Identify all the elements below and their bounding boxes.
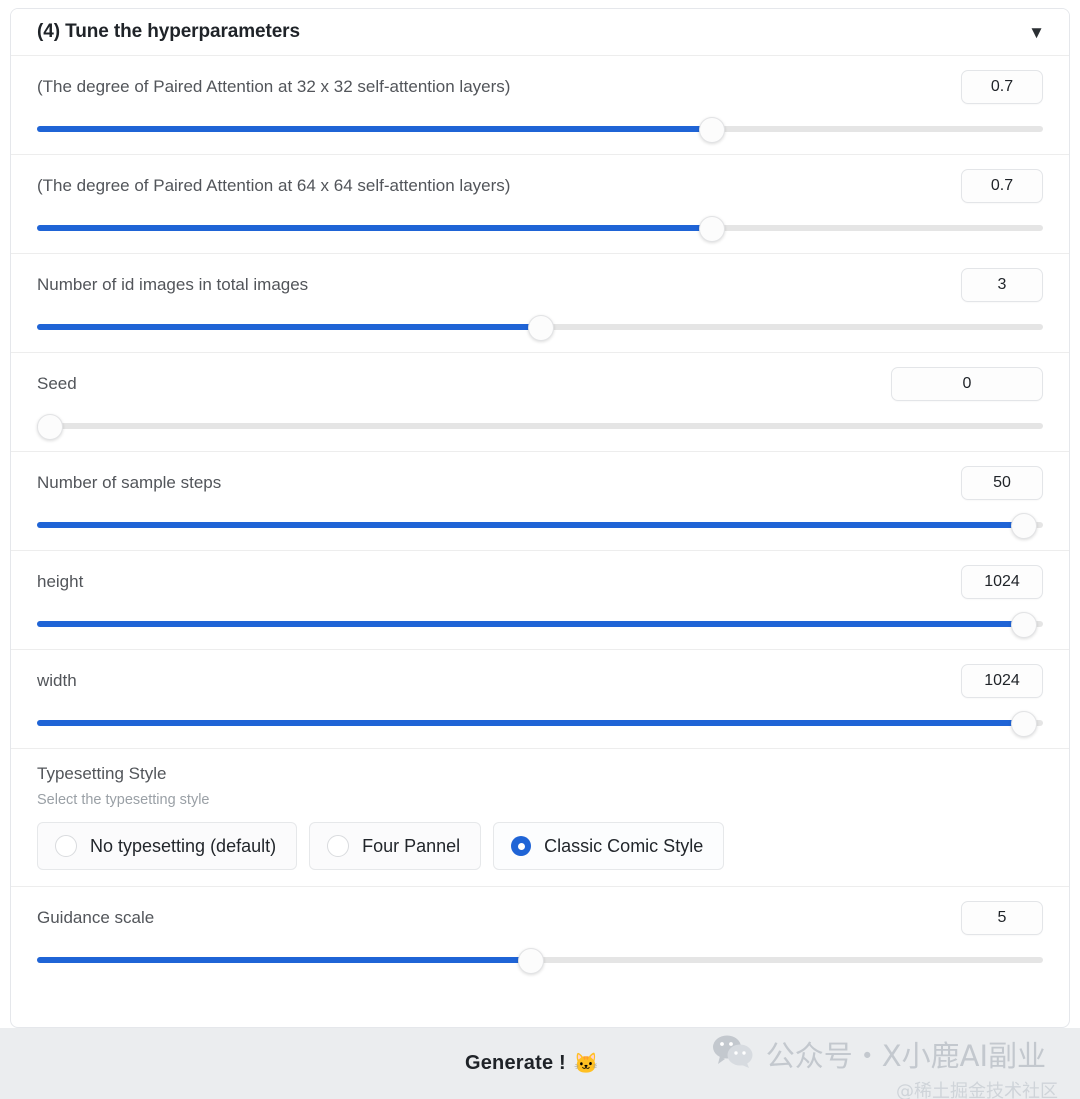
slider-width[interactable] [37,714,1043,732]
accordion-header[interactable]: (4) Tune the hyperparameters ▼ [11,9,1069,55]
slider-row-header: height 1024 [37,565,1043,599]
slider-value-input[interactable]: 0.7 [961,169,1043,203]
slider-value-input[interactable]: 0 [891,367,1043,401]
slider-guidance-scale[interactable] [37,951,1043,969]
slider-thumb[interactable] [518,948,544,974]
slider-label: height [37,571,83,593]
slider-row-paired-attention-64: (The degree of Paired Attention at 64 x … [11,154,1069,253]
slider-label: (The degree of Paired Attention at 64 x … [37,175,510,197]
slider-row-header: Seed 0 [37,367,1043,401]
typesetting-style-info: Select the typesetting style [37,792,1043,808]
slider-num-id-images[interactable] [37,318,1043,336]
radio-option-four-pannel[interactable]: Four Pannel [309,822,481,870]
slider-row-header: Number of sample steps 50 [37,466,1043,500]
slider-thumb[interactable] [37,414,63,440]
slider-row-seed: Seed 0 [11,352,1069,451]
slider-row-paired-attention-32: (The degree of Paired Attention at 32 x … [11,55,1069,154]
slider-label: width [37,670,77,692]
hyperparameters-panel: (4) Tune the hyperparameters ▼ (The degr… [10,8,1070,1028]
cat-face-icon: 🐱 [574,1051,599,1076]
slider-fill [37,324,540,330]
slider-value-input[interactable]: 3 [961,268,1043,302]
slider-row-width: width 1024 [11,649,1069,748]
app-root: (4) Tune the hyperparameters ▼ (The degr… [0,0,1080,1099]
radio-option-label: No typesetting (default) [90,836,276,857]
radio-option-no-typesetting[interactable]: No typesetting (default) [37,822,297,870]
slider-row-header: Number of id images in total images 3 [37,268,1043,302]
slider-row-guidance-scale: Guidance scale 5 [11,886,1069,985]
slider-label: Guidance scale [37,907,154,929]
slider-row-header: (The degree of Paired Attention at 32 x … [37,70,1043,104]
slider-row-header: width 1024 [37,664,1043,698]
slider-thumb[interactable] [1011,612,1037,638]
radio-checked-icon [511,836,531,856]
slider-value-input[interactable]: 1024 [961,565,1043,599]
radio-option-label: Four Pannel [362,836,460,857]
slider-thumb[interactable] [1011,711,1037,737]
typesetting-style-options: No typesetting (default) Four Pannel Cla… [37,822,1043,870]
typesetting-style-group: Typesetting Style Select the typesetting… [11,748,1069,886]
chevron-down-icon[interactable]: ▼ [1022,22,1051,43]
slider-value-input[interactable]: 5 [961,901,1043,935]
slider-fill [37,720,1023,726]
slider-fill [37,225,711,231]
slider-label: (The degree of Paired Attention at 32 x … [37,76,510,98]
slider-paired-attention-32[interactable] [37,120,1043,138]
radio-option-classic-comic-style[interactable]: Classic Comic Style [493,822,724,870]
slider-rows: (The degree of Paired Attention at 32 x … [11,55,1069,985]
slider-thumb[interactable] [1011,513,1037,539]
slider-thumb[interactable] [699,117,725,143]
slider-row-height: height 1024 [11,550,1069,649]
slider-fill [37,522,1023,528]
slider-sample-steps[interactable] [37,516,1043,534]
slider-fill [37,957,530,963]
generate-button[interactable]: Generate ! 🐱 [459,1050,605,1077]
slider-fill [37,621,1023,627]
slider-thumb[interactable] [528,315,554,341]
slider-row-num-id-images: Number of id images in total images 3 [11,253,1069,352]
slider-height[interactable] [37,615,1043,633]
radio-unchecked-icon [55,835,77,857]
slider-value-input[interactable]: 50 [961,466,1043,500]
slider-paired-attention-64[interactable] [37,219,1043,237]
footer-bar: Generate ! 🐱 [0,1028,1080,1099]
slider-label: Number of id images in total images [37,274,308,296]
page-title: (4) Tune the hyperparameters [37,21,300,43]
slider-seed[interactable] [37,417,1043,435]
slider-row-header: Guidance scale 5 [37,901,1043,935]
radio-unchecked-icon [327,835,349,857]
slider-value-input[interactable]: 1024 [961,664,1043,698]
radio-option-label: Classic Comic Style [544,836,703,857]
slider-track [37,423,1043,429]
slider-value-input[interactable]: 0.7 [961,70,1043,104]
generate-button-label: Generate ! [465,1052,566,1075]
slider-label: Number of sample steps [37,472,221,494]
typesetting-style-label: Typesetting Style [37,763,1043,785]
slider-label: Seed [37,373,77,395]
slider-row-sample-steps: Number of sample steps 50 [11,451,1069,550]
slider-row-header: (The degree of Paired Attention at 64 x … [37,169,1043,203]
slider-fill [37,126,711,132]
slider-thumb[interactable] [699,216,725,242]
